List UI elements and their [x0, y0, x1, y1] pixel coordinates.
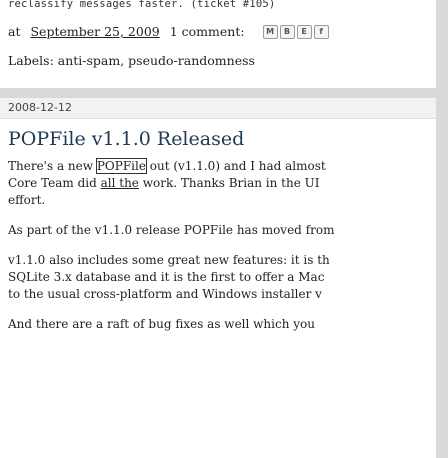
paragraph-3: v1.1.0 also includes some great new feat… — [8, 252, 436, 303]
paragraph-2: As part of the v1.1.0 release POPFile ha… — [8, 223, 335, 237]
post-labels: Labels: anti-spam, pseudo-randomness — [8, 53, 255, 68]
text-run: Core Team did — [8, 176, 101, 190]
post-date: 2008-12-12 — [8, 101, 72, 114]
share-to-twitter-icon[interactable]: E — [296, 24, 312, 39]
text-run: to the usual cross-platform and Windows … — [8, 287, 322, 301]
share-to-facebook-icon[interactable]: f — [313, 24, 329, 39]
email-post-icon[interactable]: M — [262, 24, 278, 39]
date-header: 2008-12-12 — [0, 98, 436, 119]
underlined-text: all the — [100, 176, 139, 190]
blog-post: 2008-12-12 POPFile v1.1.0 Released There… — [0, 98, 436, 458]
text-run: effort. — [8, 193, 46, 207]
text-run: SQLite 3.x database and it is the first … — [8, 270, 325, 284]
text-run: v1.1.0 also includes some great new feat… — [8, 253, 330, 267]
previous-post-snippet: reclassify messages faster. (ticket #105… — [8, 0, 276, 10]
text-run: work. Thanks Brian in the UI — [138, 176, 320, 190]
previous-post-footer: reclassify messages faster. (ticket #105… — [0, 0, 436, 88]
share-buttons: M B E f — [262, 24, 329, 39]
paragraph-1: There's a new POPFile out (v1.1.0) and I… — [8, 158, 436, 209]
comments-link[interactable]: 1 comment: — [170, 24, 245, 39]
post-title[interactable]: POPFile v1.1.0 Released — [8, 128, 244, 150]
blog-this-icon[interactable]: B — [279, 24, 295, 39]
paragraph-4: And there are a raft of bug fixes as wel… — [8, 317, 315, 331]
text-run: There's a new — [8, 159, 97, 173]
popfile-link[interactable]: POPFile — [95, 158, 147, 174]
post-body: There's a new POPFile out (v1.1.0) and I… — [8, 158, 436, 346]
text-run: out (v1.1.0) and I had almost — [145, 159, 326, 173]
post-meta: at September 25, 2009 1 comment: M B E f — [8, 24, 329, 39]
meta-prefix: at — [8, 24, 21, 39]
post-date-link[interactable]: September 25, 2009 — [30, 24, 159, 39]
